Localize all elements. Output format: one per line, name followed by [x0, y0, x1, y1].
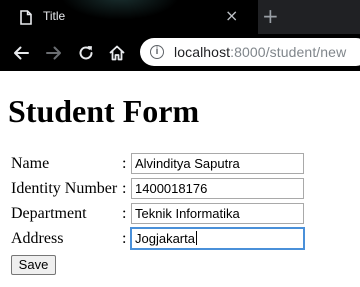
tab-glow: [60, 0, 180, 20]
reload-icon[interactable]: [77, 44, 95, 62]
browser-tab[interactable]: Title ×: [0, 0, 258, 34]
identity-number-input[interactable]: 1400018176: [131, 178, 304, 199]
text-caret: [195, 231, 197, 245]
identity-number-separator: :: [122, 180, 127, 197]
info-icon[interactable]: i: [150, 45, 164, 59]
tab-strip: Title × +: [0, 0, 360, 34]
page-title: Student Form: [8, 93, 200, 129]
home-icon[interactable]: [108, 44, 126, 62]
department-separator: :: [122, 205, 127, 222]
name-label: Name: [11, 155, 50, 172]
close-icon[interactable]: ×: [225, 8, 239, 24]
forward-arrow-icon[interactable]: [45, 44, 63, 62]
back-arrow-icon[interactable]: [12, 44, 30, 62]
save-button[interactable]: Save: [11, 255, 56, 275]
address-input[interactable]: Jogjakarta: [131, 228, 304, 249]
address-label: Address: [11, 230, 64, 247]
name-input[interactable]: Alvinditya Saputra: [131, 153, 304, 174]
department-label: Department: [11, 205, 87, 222]
page-icon: [20, 10, 32, 25]
address-separator: :: [122, 230, 127, 247]
name-separator: :: [122, 155, 127, 172]
url-path: :8000/student/new: [230, 44, 347, 60]
address-bar[interactable]: i localhost:8000/student/new: [140, 38, 360, 66]
url-text[interactable]: localhost:8000/student/new: [174, 44, 346, 60]
plus-icon[interactable]: +: [262, 6, 279, 26]
department-input[interactable]: Teknik Informatika: [131, 203, 304, 224]
identity-number-label: Identity Number: [11, 180, 118, 197]
browser-toolbar: i localhost:8000/student/new: [0, 34, 360, 71]
address-value: Jogjakarta: [135, 231, 195, 246]
tab-title: Title: [43, 9, 66, 23]
url-host: localhost: [174, 44, 231, 60]
